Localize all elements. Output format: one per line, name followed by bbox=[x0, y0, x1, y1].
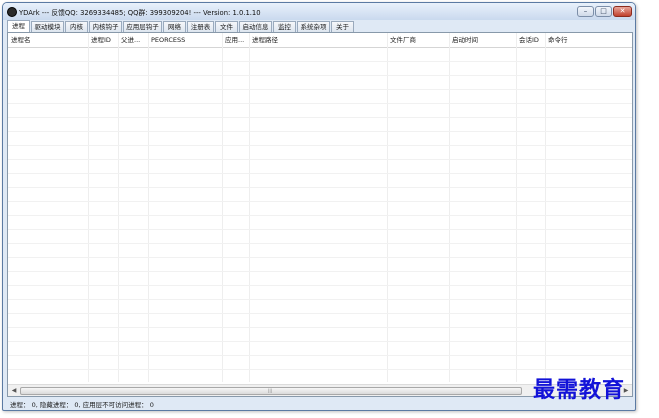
tab-kernel[interactable]: 内核 bbox=[65, 21, 88, 32]
close-button[interactable]: ✕ bbox=[613, 6, 632, 17]
column-header[interactable]: 父进... bbox=[118, 33, 148, 47]
empty-row-line bbox=[8, 285, 632, 286]
table-header: 进程名 进程ID 父进... PEORCESS 应用... 进程路径 文件厂商 … bbox=[8, 33, 632, 48]
window-title: YDArk --- 反馈QQ: 3269334485; QQ群: 3993092… bbox=[19, 9, 261, 17]
tab-kernel-hooks[interactable]: 内核钩子 bbox=[89, 21, 122, 32]
empty-row-line bbox=[8, 369, 632, 370]
tab-process[interactable]: 进程 bbox=[7, 20, 30, 32]
column-header[interactable]: 进程路径 bbox=[249, 33, 387, 47]
column-header[interactable]: 进程ID bbox=[88, 33, 118, 47]
maximize-button[interactable]: □ bbox=[595, 6, 612, 17]
watermark-logo: 最需教育 bbox=[533, 377, 626, 403]
empty-row-line bbox=[8, 341, 632, 342]
column-header[interactable]: 文件厂商 bbox=[387, 33, 449, 47]
empty-row-line bbox=[8, 327, 632, 328]
column-header[interactable]: PEORCESS bbox=[148, 33, 222, 47]
empty-row-line bbox=[8, 61, 632, 62]
empty-row-line bbox=[8, 355, 632, 356]
column-header[interactable]: 命令行 bbox=[545, 33, 634, 47]
app-icon bbox=[7, 7, 17, 17]
empty-row-line bbox=[8, 159, 632, 160]
title-bar[interactable]: YDArk --- 反馈QQ: 3269334485; QQ群: 3993092… bbox=[3, 3, 635, 20]
grip-icon: ||| bbox=[267, 388, 273, 393]
empty-row-line bbox=[8, 229, 632, 230]
column-header[interactable]: 应用... bbox=[222, 33, 249, 47]
empty-row-line bbox=[8, 215, 632, 216]
empty-row-line bbox=[8, 313, 632, 314]
tab-files[interactable]: 文件 bbox=[215, 21, 238, 32]
tab-system-misc[interactable]: 系统杂项 bbox=[297, 21, 330, 32]
main-window: YDArk --- 反馈QQ: 3269334485; QQ群: 3993092… bbox=[2, 2, 636, 411]
empty-row-line bbox=[8, 271, 632, 272]
empty-row-line bbox=[8, 131, 632, 132]
scroll-thumb[interactable]: ||| bbox=[20, 387, 522, 395]
empty-row-line bbox=[8, 89, 632, 90]
column-header[interactable]: 会话ID bbox=[516, 33, 545, 47]
tab-about[interactable]: 关于 bbox=[331, 21, 354, 32]
process-list[interactable]: 进程名 进程ID 父进... PEORCESS 应用... 进程路径 文件厂商 … bbox=[7, 32, 633, 397]
scroll-left-icon[interactable]: ◀ bbox=[9, 386, 19, 395]
tab-app-hooks[interactable]: 应用层钩子 bbox=[123, 21, 162, 32]
empty-row-line bbox=[8, 145, 632, 146]
minimize-button[interactable]: – bbox=[577, 6, 594, 17]
empty-row-line bbox=[8, 299, 632, 300]
tab-network[interactable]: 网络 bbox=[163, 21, 186, 32]
empty-row-line bbox=[8, 257, 632, 258]
empty-row-line bbox=[8, 173, 632, 174]
tab-monitor[interactable]: 监控 bbox=[273, 21, 296, 32]
empty-row-line bbox=[8, 243, 632, 244]
empty-row-line bbox=[8, 117, 632, 118]
column-header[interactable]: 进程名 bbox=[8, 33, 88, 47]
column-header[interactable]: 启动时间 bbox=[449, 33, 516, 47]
tab-registry[interactable]: 注册表 bbox=[187, 21, 214, 32]
tab-driver-modules[interactable]: 驱动模块 bbox=[31, 21, 64, 32]
tab-startup-info[interactable]: 启动信息 bbox=[239, 21, 272, 32]
empty-row-line bbox=[8, 103, 632, 104]
empty-row-line bbox=[8, 75, 632, 76]
empty-row-line bbox=[8, 201, 632, 202]
empty-row-line bbox=[8, 187, 632, 188]
